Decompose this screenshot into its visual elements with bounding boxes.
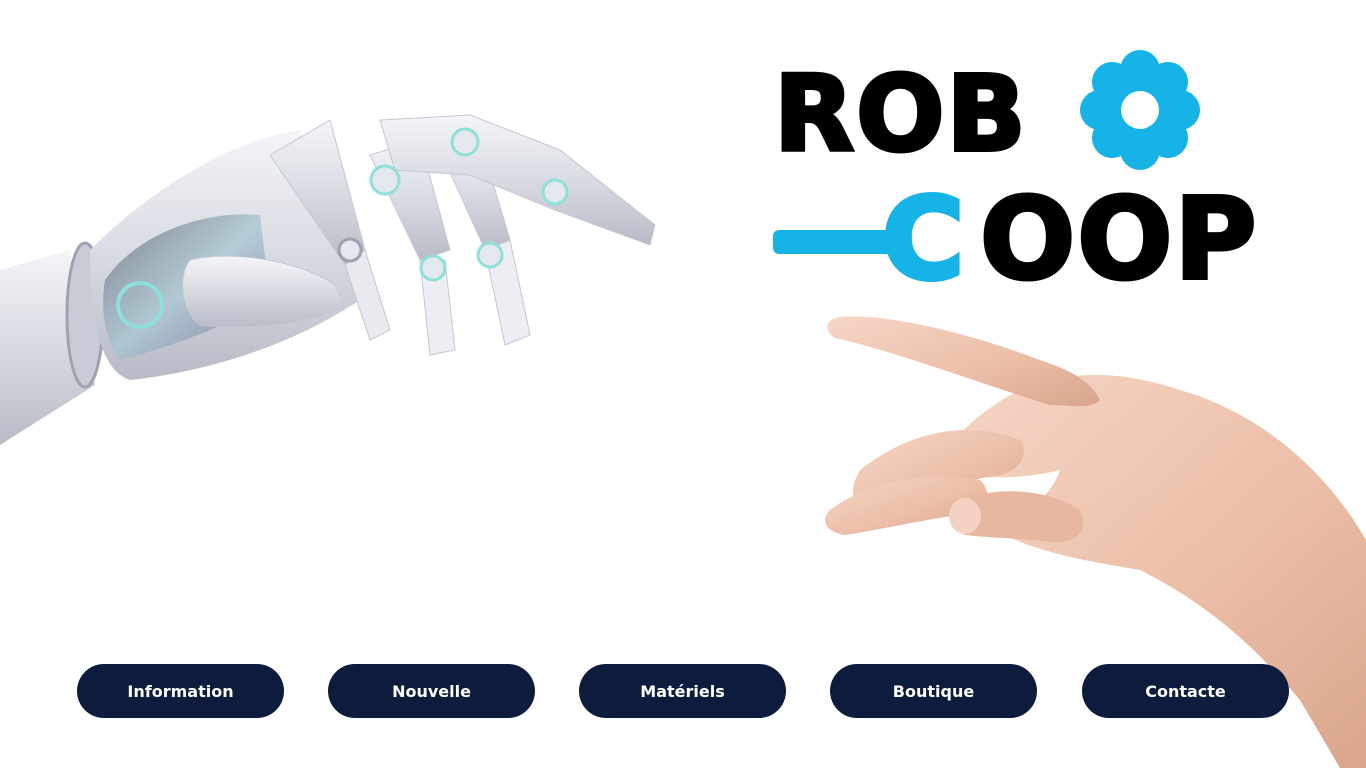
robocoop-logo: ROB C OOP	[770, 48, 1290, 305]
landing-page: ROB C OOP Information Nouvelle Matériels…	[0, 0, 1366, 768]
logo-text-c: C	[879, 175, 966, 305]
nav-button-nouvelle[interactable]: Nouvelle	[328, 664, 535, 718]
nav-button-boutique[interactable]: Boutique	[830, 664, 1037, 718]
logo-text-rob: ROB	[772, 53, 1028, 175]
gear-icon	[1080, 50, 1200, 170]
nav-button-materiels[interactable]: Matériels	[579, 664, 786, 718]
robot-hand-image	[0, 114, 656, 445]
main-navigation: Information Nouvelle Matériels Boutique …	[77, 664, 1289, 718]
nav-button-contacte[interactable]: Contacte	[1082, 664, 1289, 718]
logo-text-oop: OOP	[978, 175, 1259, 305]
nav-button-information[interactable]: Information	[77, 664, 284, 718]
